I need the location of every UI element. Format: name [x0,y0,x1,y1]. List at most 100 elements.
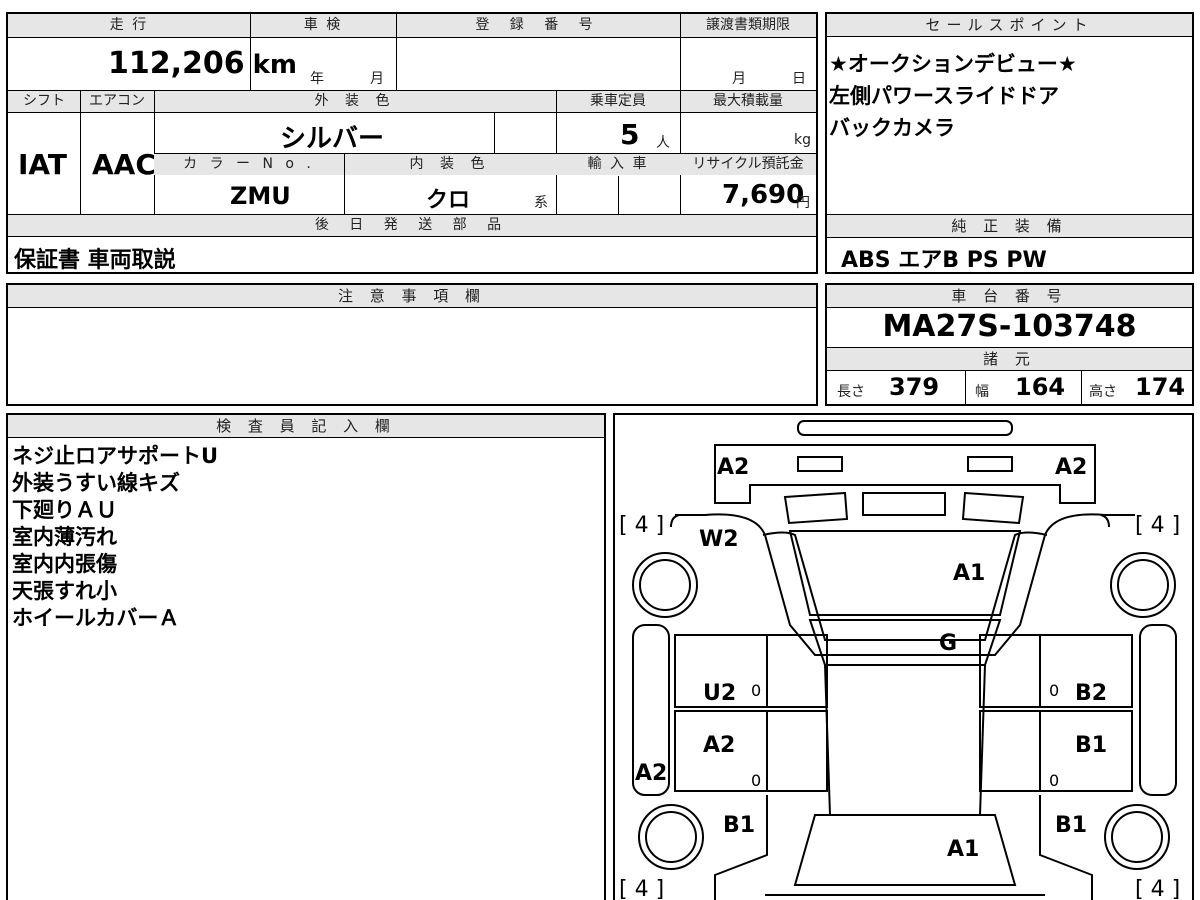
divider [618,176,619,214]
front-window-right [979,634,1041,708]
inspection-header: 車 検 [250,15,396,36]
sales-points-header: セールスポイント [827,14,1192,37]
transfer-month-label: 月 [732,71,746,87]
width-value: 164 [1015,373,1066,401]
vehicle-info-table: 走 行 車 検 登 録 番 号 譲渡書類期限 112,206 km 年 月 月 日… [6,12,818,274]
sales-point-line: 左側パワースライドドア [829,84,1059,108]
wheel-front-right [1110,552,1176,618]
mark-front-left: A2 [717,455,750,480]
inspector-panel: 検 査 員 記 入 欄 ネジ止ロアサポートU 外装うすい線キズ 下廻りＡＵ 室内… [6,413,606,900]
wheel-front-left-inner [639,559,691,611]
grille-center [862,492,946,516]
wheel-front-left [632,552,698,618]
mark-quarter-right: B1 [1055,813,1088,838]
sales-point-line: ★オークションデビュー★ [829,52,1077,76]
shift-header: シフト [8,91,80,112]
divider [80,91,81,214]
body-outline-front [675,513,1135,656]
inspector-note-line: 室内薄汚れ [12,525,117,549]
height-label: 高さ [1089,384,1117,400]
windshield-outline [808,619,1002,666]
inspector-note-line: ネジ止ロアサポートU [12,444,219,468]
mark-windshield: G [939,631,958,656]
recycle-header: リサイクル預託金 [680,154,816,175]
ac-header: エアコン [80,91,154,112]
front-panel-outline [714,444,1096,504]
shift-value: IAT [18,148,68,181]
standard-equipment-value: ABS エアB PS PW [841,248,1047,273]
length-value: 379 [889,373,940,401]
inspector-note-line: 室内内張傷 [12,552,117,576]
chassis-number: MA27S-103748 [882,309,1137,344]
mark-fender-left: W2 [699,527,739,552]
inspector-note-line: ホイールカバーＡ [12,606,180,630]
car-diagram [632,420,1177,900]
rear-quarter-left [714,795,768,900]
inspector-header: 検 査 員 記 入 欄 [8,415,604,438]
mark-quarter-left: B1 [723,813,756,838]
capacity-header: 乗車定員 [556,91,680,112]
divider [494,113,495,153]
grille-right [961,491,1025,525]
specs-header: 諸 元 [827,348,1192,371]
max-load-header: 最大積載量 [680,91,816,112]
wheel-front-right-inner [1117,559,1169,611]
mark-rear: A1 [947,837,980,862]
chassis-header: 車 台 番 号 [827,285,1192,308]
car-diagram-panel: A2 A2 [ 4 ] [ 4 ] W2 A1 G U2 0 B2 0 A2 0… [613,413,1194,900]
mark-rear-door-right: B1 [1075,733,1108,758]
zero-mark: 0 [1049,771,1060,790]
max-load-unit: kg [794,132,811,148]
recycle-unit: 円 [796,195,810,211]
wheel-rear-right-inner [1111,811,1163,863]
interior-color-suffix: 系 [534,195,548,211]
wheel-rear-left-inner [645,811,697,863]
rear-window-right [979,710,1041,792]
tire-mark-rear-right: [ 4 ] [1135,877,1181,900]
interior-color-value: クロ [426,188,471,213]
transfer-deadline-header: 譲渡書類期限 [680,15,816,36]
capacity-value: 5 [620,118,640,151]
inspector-note-line: 外装うすい線キズ [12,471,180,495]
width-label: 幅 [975,384,989,400]
inspector-note-line: 下廻りＡＵ [12,498,117,522]
inspection-year-label: 年 [310,71,324,87]
rear-window-left [766,710,828,792]
registration-header: 登 録 番 号 [396,15,680,36]
mark-front-door-left: U2 [703,681,737,706]
wheel-rear-right [1104,804,1170,870]
divider [1081,371,1082,404]
tire-mark-front-left: [ 4 ] [619,513,665,538]
exterior-color-value: シルバー [280,124,385,154]
inspection-month-label: 月 [370,71,384,87]
interior-color-header: 内 装 色 [344,154,556,175]
rocker-right [1139,624,1177,796]
chassis-panel: 車 台 番 号 MA27S-103748 諸 元 長さ 379 幅 164 高さ… [825,283,1194,406]
tire-mark-front-right: [ 4 ] [1135,513,1181,538]
import-header: 輸 入 車 [556,154,680,175]
bracket [670,514,680,528]
sales-points-panel: セールスポイント ★オークションデビュー★ 左側パワースライドドア バックカメラ… [825,12,1194,274]
height-value: 174 [1135,373,1186,401]
divider [396,14,397,90]
standard-equipment-header: 純 正 装 備 [827,215,1192,238]
hood-outline [788,530,1022,616]
color-no-header: カ ラ ー N o . [154,154,344,175]
divider [344,154,345,214]
mileage-header: 走 行 [8,15,250,36]
front-bumper-outline [797,420,1013,436]
inspector-note-line: 天張すれ小 [12,579,117,603]
mark-front-door-right: B2 [1075,681,1108,706]
inspector-notes-list: ネジ止ロアサポートU 外装うすい線キズ 下廻りＡＵ 室内薄汚れ 室内内張傷 天張… [12,443,218,632]
headlight-left [797,456,843,472]
recycle-value: 7,690 [722,180,805,210]
later-parts-header: 後 日 発 送 部 品 [8,215,816,236]
capacity-unit: 人 [656,135,670,151]
rear-window-outline [793,814,1017,886]
fender-line [762,531,1048,641]
rear-quarter-right [1039,795,1093,900]
transfer-day-label: 日 [792,71,806,87]
notes-header: 注 意 事 項 欄 [8,285,816,308]
exterior-color-header: 外 装 色 [154,91,556,112]
grille-left [783,491,849,525]
